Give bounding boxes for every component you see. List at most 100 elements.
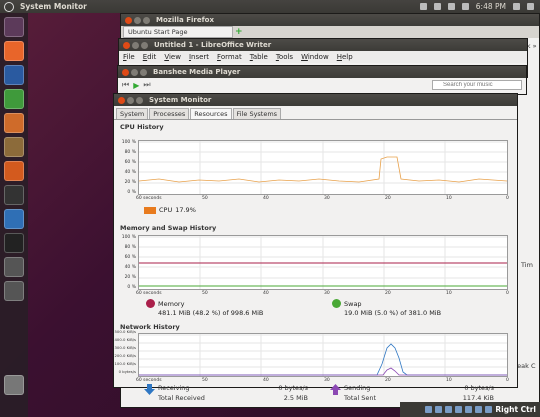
prev-track-icon[interactable]: ⏮ bbox=[122, 80, 129, 90]
mem-ytick: 60 % bbox=[124, 255, 136, 260]
sysmon-title: System Monitor bbox=[149, 96, 212, 104]
battery-icon[interactable] bbox=[461, 3, 469, 10]
next-track-icon[interactable]: ⏭ bbox=[143, 80, 150, 90]
banshee-window: Banshee Media Player ⏮ ▶ ⏭ bbox=[117, 65, 527, 95]
firefox-max-button[interactable] bbox=[143, 16, 150, 24]
menu-edit[interactable]: Edit bbox=[143, 53, 157, 61]
memory-legend: Memory 481.1 MiB (48.2 %) of 998.6 MiB bbox=[146, 299, 263, 317]
cpu-color-swatch[interactable] bbox=[144, 206, 156, 214]
receiving-label: Receiving bbox=[158, 384, 190, 392]
tab-processes[interactable]: Processes bbox=[149, 108, 190, 119]
menu-view[interactable]: View bbox=[164, 53, 181, 61]
menu-format[interactable]: Format bbox=[217, 53, 242, 61]
sending-label: Sending bbox=[344, 384, 371, 392]
net-ytick: 500.0 KiB/s bbox=[114, 329, 136, 334]
menu-tools[interactable]: Tools bbox=[276, 53, 293, 61]
impress-icon[interactable] bbox=[4, 113, 24, 133]
x-tick: 30 bbox=[324, 291, 330, 296]
sending-block: Sending 0 bytes/s Total Sent 117.4 KiB bbox=[344, 384, 494, 402]
display-icon[interactable] bbox=[475, 406, 483, 413]
magnifier-icon[interactable] bbox=[4, 257, 24, 277]
resources-panel: CPU History 100 % 80 % 60 % 40 % 20 % 0 … bbox=[114, 123, 517, 402]
mail-icon[interactable] bbox=[419, 3, 427, 10]
memory-value: 481.1 MiB (48.2 %) of 998.6 MiB bbox=[158, 309, 264, 317]
receiving-value: 0 bytes/s bbox=[278, 384, 308, 392]
magnifier-2-icon[interactable] bbox=[4, 281, 24, 301]
files-icon[interactable] bbox=[4, 137, 24, 157]
banshee-max-button[interactable] bbox=[140, 68, 147, 76]
power-icon[interactable] bbox=[527, 3, 534, 10]
net-graph-svg bbox=[139, 334, 507, 376]
sysmon-close-button[interactable] bbox=[118, 96, 125, 104]
menu-insert[interactable]: Insert bbox=[189, 53, 209, 61]
user-icon[interactable] bbox=[513, 3, 520, 10]
net-ytick: 400.0 KiB/s bbox=[114, 337, 136, 342]
cpu-label: CPU bbox=[159, 206, 173, 214]
cpu-ytick: 20 % bbox=[124, 180, 136, 185]
writer-max-button[interactable] bbox=[141, 41, 148, 49]
swap-value: 19.0 MiB (5.0 %) of 381.0 MiB bbox=[344, 309, 442, 317]
tab-file-systems[interactable]: File Systems bbox=[232, 108, 282, 119]
receiving-block: Receiving 0 bytes/s Total Received 2.5 M… bbox=[158, 384, 308, 402]
shared-folder-icon[interactable] bbox=[455, 406, 463, 413]
new-tab-button[interactable]: + bbox=[235, 27, 243, 37]
firefox-close-button[interactable] bbox=[125, 16, 132, 24]
banshee-search-input[interactable] bbox=[432, 80, 522, 90]
banshee-icon[interactable] bbox=[4, 209, 24, 229]
cpu-graph bbox=[138, 140, 508, 195]
writer-close-button[interactable] bbox=[123, 41, 130, 49]
firefox-icon[interactable] bbox=[4, 41, 24, 61]
cd-icon[interactable] bbox=[435, 406, 443, 413]
menu-help[interactable]: Help bbox=[337, 53, 353, 61]
mem-ytick: 80 % bbox=[124, 245, 136, 250]
menu-file[interactable]: File bbox=[123, 53, 135, 61]
x-tick: 60 seconds bbox=[136, 378, 162, 383]
dash-icon[interactable] bbox=[4, 17, 24, 37]
total-sent-value: 117.4 KiB bbox=[462, 394, 494, 402]
play-icon[interactable]: ▶ bbox=[133, 81, 139, 90]
menu-window[interactable]: Window bbox=[301, 53, 329, 61]
sysmon-max-button[interactable] bbox=[136, 96, 143, 104]
menu-table[interactable]: Table bbox=[250, 53, 268, 61]
network-status-icon[interactable] bbox=[465, 406, 473, 413]
cpu-legend: CPU 17.9% bbox=[144, 206, 196, 214]
x-tick: 10 bbox=[446, 291, 452, 296]
cpu-ytick: 0 % bbox=[127, 190, 136, 195]
banshee-close-button[interactable] bbox=[122, 68, 129, 76]
tab-system[interactable]: System bbox=[116, 108, 149, 119]
clock[interactable]: 6:48 PM bbox=[476, 2, 506, 11]
firefox-tab[interactable]: Ubuntu Start Page bbox=[123, 26, 233, 38]
tray: 6:48 PM bbox=[419, 2, 540, 11]
ubuntu-logo-icon[interactable] bbox=[4, 1, 14, 12]
tab-resources[interactable]: Resources bbox=[190, 108, 232, 119]
tim-label: Tim bbox=[521, 261, 533, 269]
sysmon-min-button[interactable] bbox=[127, 96, 134, 104]
x-tick: 50 bbox=[202, 378, 208, 383]
mouse-integration-icon[interactable] bbox=[485, 406, 493, 413]
calc-icon[interactable] bbox=[4, 89, 24, 109]
x-tick: 40 bbox=[263, 196, 269, 201]
x-tick: 60 seconds bbox=[136, 196, 162, 201]
x-tick: 0 bbox=[506, 291, 509, 296]
hdd-icon[interactable] bbox=[425, 406, 433, 413]
total-received-value: 2.5 MiB bbox=[283, 394, 308, 402]
x-tick: 10 bbox=[446, 196, 452, 201]
banshee-min-button[interactable] bbox=[131, 68, 138, 76]
cpu-section-title: CPU History bbox=[120, 123, 164, 131]
memory-pie-icon[interactable] bbox=[146, 299, 155, 308]
swap-label: Swap bbox=[344, 299, 362, 308]
software-center-icon[interactable] bbox=[4, 161, 24, 181]
system-monitor-icon[interactable] bbox=[4, 185, 24, 205]
network-icon[interactable] bbox=[433, 3, 441, 10]
volume-icon[interactable] bbox=[447, 3, 455, 10]
trash-icon[interactable] bbox=[4, 375, 24, 395]
writer-min-button[interactable] bbox=[132, 41, 139, 49]
usb-icon[interactable] bbox=[445, 406, 453, 413]
writer-icon[interactable] bbox=[4, 65, 24, 85]
swap-pie-icon[interactable] bbox=[332, 299, 341, 308]
mem-ytick: 0 % bbox=[127, 285, 136, 290]
x-tick: 60 seconds bbox=[136, 291, 162, 296]
sysmon-tabs: System Processes Resources File Systems bbox=[114, 106, 517, 120]
firefox-min-button[interactable] bbox=[134, 16, 141, 24]
terminal-icon[interactable] bbox=[4, 233, 24, 253]
